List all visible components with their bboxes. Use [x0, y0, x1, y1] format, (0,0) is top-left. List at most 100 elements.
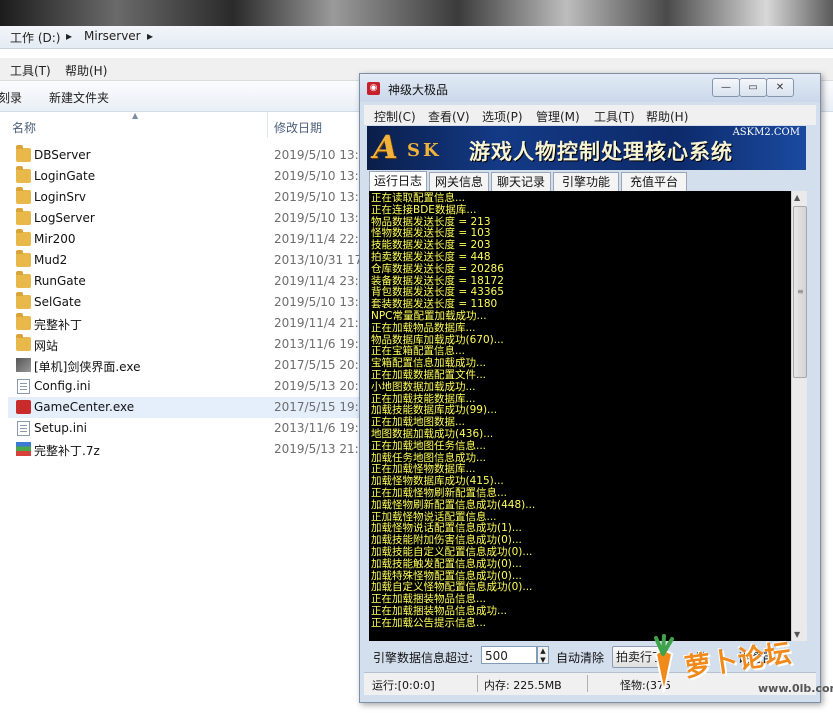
ini-file-icon	[17, 379, 30, 394]
threshold-stepper[interactable]: ▲ ▼	[537, 646, 549, 664]
file-row[interactable]: [单机]剑侠界面.exe 2017/5/15 20:4	[8, 355, 368, 376]
log-line: 正在加载地图任务信息...	[371, 439, 487, 452]
file-name: 完整补丁	[34, 318, 83, 332]
chevron-right-icon[interactable]: ▸	[66, 29, 72, 43]
file-row[interactable]: SelGate 2019/5/10 13:3	[8, 292, 368, 313]
file-row[interactable]: 完整补丁 2019/11/4 21:4	[8, 313, 368, 334]
file-date: 2019/5/10 13:3	[274, 295, 367, 309]
menu-options[interactable]: 选项(P)	[482, 108, 523, 125]
file-name: RunGate	[34, 274, 86, 288]
menu-tools[interactable]: 工具(T)	[594, 108, 635, 125]
burn-button[interactable]: 刻录	[0, 89, 22, 106]
menu-control[interactable]: 控制(C)	[374, 108, 416, 125]
file-name: LogServer	[34, 211, 95, 225]
file-row[interactable]: RunGate 2019/11/4 23:0	[8, 271, 368, 292]
file-date: 2013/11/6 19:5	[274, 421, 367, 435]
file-name: 完整补丁.7z	[34, 444, 100, 458]
menu-help[interactable]: 帮助(H)	[65, 62, 107, 79]
file-date: 2013/11/6 19:5	[274, 337, 367, 351]
log-line: 正在加载数据配置文件...	[371, 368, 487, 381]
folder-icon	[16, 208, 31, 225]
gamecenter-icon	[16, 400, 31, 414]
tab-run-log[interactable]: 运行日志	[369, 171, 427, 192]
column-name-header[interactable]: 名称	[12, 119, 36, 136]
column-divider[interactable]	[267, 112, 268, 138]
log-line: 加载技能触发配置信息成功(0)...	[371, 557, 522, 570]
status-separator	[587, 675, 588, 692]
close-button[interactable]: ✕	[766, 78, 794, 97]
scroll-up-icon[interactable]: ▲	[794, 193, 800, 202]
file-row[interactable]: GameCenter.exe 2017/5/15 19:0	[8, 397, 368, 418]
log-line: 正在加载怪物刷新配置信息...	[371, 486, 508, 499]
log-lines: 正在读取配置信息... 正在连接BDE数据库... 物品数据发送长度 = 213 怪物…	[371, 192, 791, 629]
watermark-url: www.0lb.com	[758, 682, 833, 695]
file-name: [单机]剑侠界面.exe	[34, 360, 141, 374]
address-bar[interactable]: 工作 (D:) ▸ Mirserver ▸	[0, 26, 833, 49]
tab-strip: 运行日志 网关信息 聊天记录 引擎功能 充值平台	[369, 171, 809, 192]
file-date: 2019/5/13 20:4	[274, 379, 367, 393]
app-title-bar[interactable]: ◉ 神级大极品 — ▭ ✕	[360, 74, 820, 102]
banner-url: ASKM2.COM	[732, 127, 800, 138]
file-row[interactable]: Setup.ini 2013/11/6 19:5	[8, 418, 368, 439]
threshold-input[interactable]: 500	[481, 646, 537, 664]
file-row[interactable]: Mud2 2013/10/31 17	[8, 250, 368, 271]
chevron-right-icon[interactable]: ▸	[147, 29, 153, 43]
watermark-text: 萝卜论坛	[682, 638, 794, 684]
file-row[interactable]: LoginGate 2019/5/10 13:3	[8, 166, 368, 187]
folder-icon	[16, 145, 31, 162]
tab-chat-log[interactable]: 聊天记录	[491, 172, 551, 191]
file-date: 2019/5/10 13:3	[274, 148, 367, 162]
exe-icon	[16, 358, 31, 372]
app-title: 神级大极品	[388, 83, 449, 97]
file-name: GameCenter.exe	[34, 400, 135, 414]
auto-clear-label[interactable]: 自动清除	[556, 649, 604, 666]
sort-ascending-icon: ▲	[132, 111, 139, 120]
scroll-thumb[interactable]: ≡	[793, 206, 807, 378]
file-row[interactable]: DBServer 2019/5/10 13:3	[8, 145, 368, 166]
file-row[interactable]: 完整补丁.7z 2019/5/13 21:0	[8, 439, 368, 460]
file-date: 2019/5/13 21:0	[274, 442, 367, 456]
file-row[interactable]: LogServer 2019/5/10 13:3	[8, 208, 368, 229]
log-line: NPC常量配置加载成功...	[371, 309, 487, 322]
new-folder-button[interactable]: 新建文件夹	[49, 89, 109, 106]
file-name: Config.ini	[34, 379, 91, 393]
breadcrumb-drive[interactable]: 工作 (D:)	[10, 29, 60, 46]
file-row[interactable]: Config.ini 2019/5/13 20:4	[8, 376, 368, 397]
log-scrollbar[interactable]: ▲ ≡ ▼	[791, 191, 807, 641]
file-name: 网站	[34, 339, 59, 353]
banner-title: 游戏人物控制处理核心系统	[469, 140, 733, 164]
log-console[interactable]: 正在读取配置信息... 正在连接BDE数据库... 物品数据发送长度 = 213 怪物…	[369, 191, 791, 641]
log-line: 小地图数据加载成功...	[371, 380, 476, 393]
column-modified-header[interactable]: 修改日期	[274, 119, 322, 136]
log-line: 加载怪物刷新配置信息成功(448)...	[371, 498, 536, 511]
file-name: SelGate	[34, 295, 82, 309]
file-row[interactable]: LoginSrv 2019/5/10 13:3	[8, 187, 368, 208]
log-line: 正在连接BDE数据库...	[371, 203, 477, 216]
maximize-button[interactable]: ▭	[739, 78, 767, 97]
folder-icon	[16, 229, 31, 246]
menu-view[interactable]: 查看(V)	[428, 108, 470, 125]
file-date: 2019/11/4 23:0	[274, 274, 367, 288]
log-line: 拍卖数据发送长度 = 448	[371, 250, 491, 263]
tab-engine-features[interactable]: 引擎功能	[553, 172, 619, 191]
menu-help[interactable]: 帮助(H)	[646, 108, 688, 125]
menu-tools[interactable]: 工具(T)	[10, 62, 51, 79]
file-name: LoginGate	[34, 169, 96, 183]
file-row[interactable]: 网站 2013/11/6 19:5	[8, 334, 368, 355]
tab-gateway-info[interactable]: 网关信息	[429, 172, 489, 191]
status-running: 运行:[0:0:0]	[372, 679, 435, 692]
breadcrumb-folder[interactable]: Mirserver	[84, 29, 141, 43]
tab-recharge-platform[interactable]: 充值平台	[621, 172, 687, 191]
folder-icon	[16, 187, 31, 204]
carrot-logo-icon	[654, 634, 674, 693]
minimize-button[interactable]: —	[712, 78, 740, 97]
log-line: 地图数据加载成功(436)...	[371, 427, 494, 440]
file-date: 2019/11/4 22:2	[274, 232, 367, 246]
folder-icon	[16, 166, 31, 183]
log-line: 正在加载捆装物品信息成功...	[371, 604, 508, 617]
ini-file-icon	[17, 421, 30, 436]
file-row[interactable]: Mir200 2019/11/4 22:2	[8, 229, 368, 250]
file-date: 2019/5/10 13:3	[274, 190, 367, 204]
file-name: LoginSrv	[34, 190, 87, 204]
menu-manage[interactable]: 管理(M)	[536, 108, 580, 125]
